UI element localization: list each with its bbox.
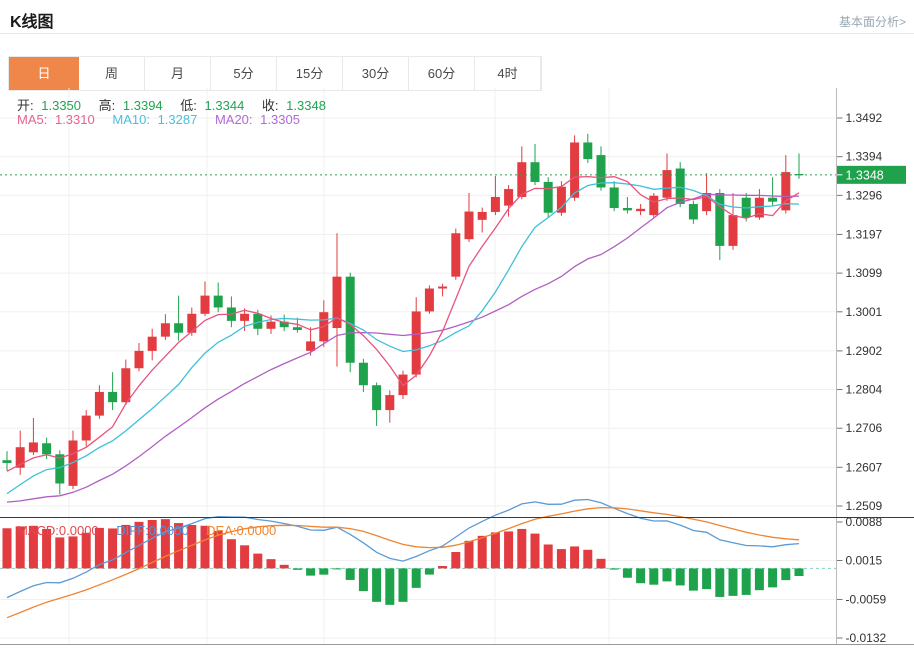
tab-30分[interactable]: 30分 — [343, 57, 409, 90]
macd-tick-label: 0.0015 — [846, 553, 883, 567]
fundamental-analysis-link[interactable]: 基本面分析> — [839, 13, 906, 30]
ma5-line — [7, 177, 799, 472]
ma5-label: MA5: — [17, 112, 47, 127]
tab-4时[interactable]: 4时 — [475, 57, 541, 90]
dea-value: 0.0000 — [237, 523, 277, 538]
dea-label: DEA: — [206, 523, 236, 538]
price-tick-label: 1.3197 — [846, 227, 883, 241]
page-title: K线图 — [10, 8, 54, 32]
tab-5分[interactable]: 5分 — [211, 57, 277, 90]
price-tick-label: 1.2804 — [846, 383, 883, 397]
macd-tick-label: -0.0132 — [846, 631, 887, 645]
price-tick-label: 1.3296 — [846, 188, 883, 202]
ma10-line — [7, 183, 799, 494]
ma5-value: 1.3310 — [55, 112, 95, 127]
macd-legend: MACD:0.0000 DIFF:0.0000 DEA:0.0000 — [17, 523, 280, 538]
diff-label: DIFF: — [116, 523, 149, 538]
ma-legend: MA5: 1.3310 MA10: 1.3287 MA20: 1.3305 — [17, 112, 304, 127]
ma20-line — [7, 194, 799, 502]
low-label: 低: — [180, 98, 197, 113]
close-label: 收: — [262, 98, 279, 113]
diff-value: 0.0000 — [149, 523, 189, 538]
price-tick-label: 1.3001 — [846, 305, 883, 319]
tab-月[interactable]: 月 — [145, 57, 211, 90]
header-divider — [0, 33, 914, 34]
macd-tick-label: -0.0059 — [846, 593, 887, 607]
tab-60分[interactable]: 60分 — [409, 57, 475, 90]
kline-chart-canvas[interactable]: 1.3492 1.3394 1.3296 1.3197 1.3099 1.3001 1.29… — [0, 88, 914, 648]
open-label: 开: — [17, 98, 34, 113]
ma20-label: MA20: — [215, 112, 253, 127]
ma10-label: MA10: — [112, 112, 150, 127]
price-tick-label: 1.3099 — [846, 266, 883, 280]
price-tick-label: 1.2607 — [846, 460, 883, 474]
price-tick-label: 1.2509 — [846, 499, 883, 513]
low-value: 1.3344 — [205, 98, 245, 113]
kline-page: K线图 基本面分析> 日周月5分15分30分60分4时 1.3492 1.3394… — [0, 0, 914, 648]
price-tick-label: 1.2902 — [846, 344, 883, 358]
ma10-value: 1.3287 — [158, 112, 198, 127]
macd-axis: 0.00880.0015-0.0059-0.0132 — [837, 515, 887, 645]
price-tick-label: 1.3394 — [846, 150, 883, 164]
ma20-value: 1.3305 — [260, 112, 300, 127]
current-price-tag: 1.3348 — [836, 166, 906, 184]
tab-15分[interactable]: 15分 — [277, 57, 343, 90]
high-label: 高: — [99, 98, 116, 113]
macd-label: MACD: — [17, 523, 59, 538]
price-tick-label: 1.2706 — [846, 421, 883, 435]
macd-value: 0.0000 — [59, 523, 99, 538]
current-price-tag-label: 1.3348 — [846, 168, 884, 182]
tab-日[interactable]: 日 — [9, 57, 79, 90]
price-tick-label: 1.3492 — [846, 111, 883, 125]
timeframe-tab-strip: 日周月5分15分30分60分4时 — [8, 56, 542, 91]
open-value: 1.3350 — [41, 98, 81, 113]
tab-周[interactable]: 周 — [79, 57, 145, 90]
close-value: 1.3348 — [286, 98, 326, 113]
high-value: 1.3394 — [123, 98, 163, 113]
